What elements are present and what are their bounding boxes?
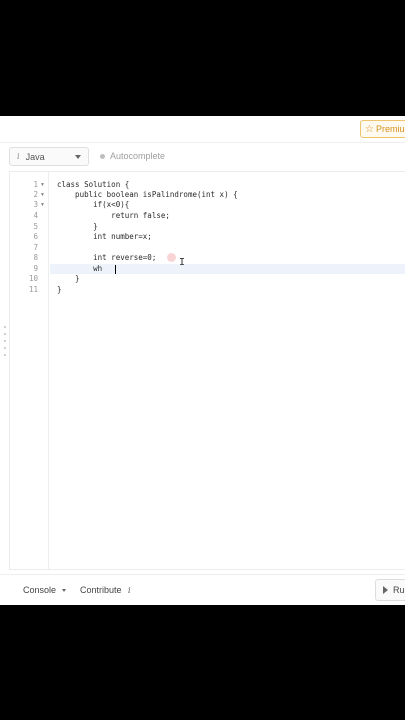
autocomplete-label: Autocomplete <box>110 151 166 161</box>
toggle-dot-icon <box>100 153 105 159</box>
code-line[interactable]: int number=x; <box>57 232 152 241</box>
contribute-label: Contribute <box>80 585 122 595</box>
line-number: 8 <box>33 253 38 262</box>
fold-arrow-icon[interactable]: ▼ <box>40 192 45 198</box>
line-number: 10 <box>28 274 38 283</box>
line-number: 4 <box>33 211 38 220</box>
chevron-down-icon <box>62 588 67 592</box>
console-label: Console <box>23 585 57 595</box>
line-number: 3 <box>33 200 38 209</box>
code-editor[interactable]: 1 ▼ 2 ▼ 3 ▼ 4 5 6 7 8 9 10 11 class Solu… <box>9 171 405 570</box>
text-caret <box>115 265 116 274</box>
code-line[interactable]: } <box>57 285 62 294</box>
star-icon: ☆ <box>365 123 374 135</box>
code-line[interactable]: int reverse=0; <box>57 253 156 262</box>
chevron-down-icon <box>75 155 81 159</box>
active-line-highlight <box>50 264 405 274</box>
info-icon: i <box>17 152 20 161</box>
line-number: 2 <box>33 190 38 199</box>
line-number: 5 <box>33 222 38 231</box>
line-number: 6 <box>33 232 38 241</box>
info-icon: i <box>128 586 131 595</box>
fold-arrow-icon[interactable]: ▼ <box>40 202 45 208</box>
contribute-button[interactable]: Contribute i <box>80 585 131 595</box>
line-gutter: 1 ▼ 2 ▼ 3 ▼ 4 5 6 7 8 9 10 11 <box>10 172 49 569</box>
premium-label: Premium <box>375 124 405 134</box>
top-divider <box>0 142 405 143</box>
resize-handle[interactable] <box>4 326 7 361</box>
code-line[interactable]: if(x<0){ <box>57 200 129 209</box>
code-line[interactable]: public boolean isPalindrome(int x) { <box>57 190 238 199</box>
autocomplete-toggle[interactable]: Autocomplete <box>100 151 165 161</box>
code-line[interactable]: class Solution { <box>57 180 129 189</box>
run-code-button[interactable]: Ru <box>375 579 405 601</box>
language-select[interactable]: i Java <box>9 147 89 166</box>
line-number: 9 <box>33 264 38 273</box>
line-number: 11 <box>28 285 38 294</box>
bottom-divider <box>0 574 405 575</box>
play-icon <box>383 586 388 594</box>
code-line[interactable]: return false; <box>57 211 170 220</box>
code-line[interactable]: } <box>57 222 98 231</box>
premium-button[interactable]: ☆ Premium <box>360 120 405 138</box>
code-editor-panel: ☆ Premium i Java Autocomplete 1 ▼ 2 ▼ 3 … <box>0 116 405 605</box>
line-number: 1 <box>33 180 38 189</box>
language-value: Java <box>25 151 45 162</box>
line-number: 7 <box>33 243 38 252</box>
ibeam-cursor-icon: I <box>179 257 186 268</box>
code-line[interactable]: } <box>57 274 80 283</box>
click-indicator <box>167 253 176 262</box>
code-line[interactable]: wh <box>57 264 102 273</box>
console-button[interactable]: Console <box>23 585 67 595</box>
fold-arrow-icon[interactable]: ▼ <box>40 182 45 188</box>
run-label: Ru <box>393 585 405 595</box>
